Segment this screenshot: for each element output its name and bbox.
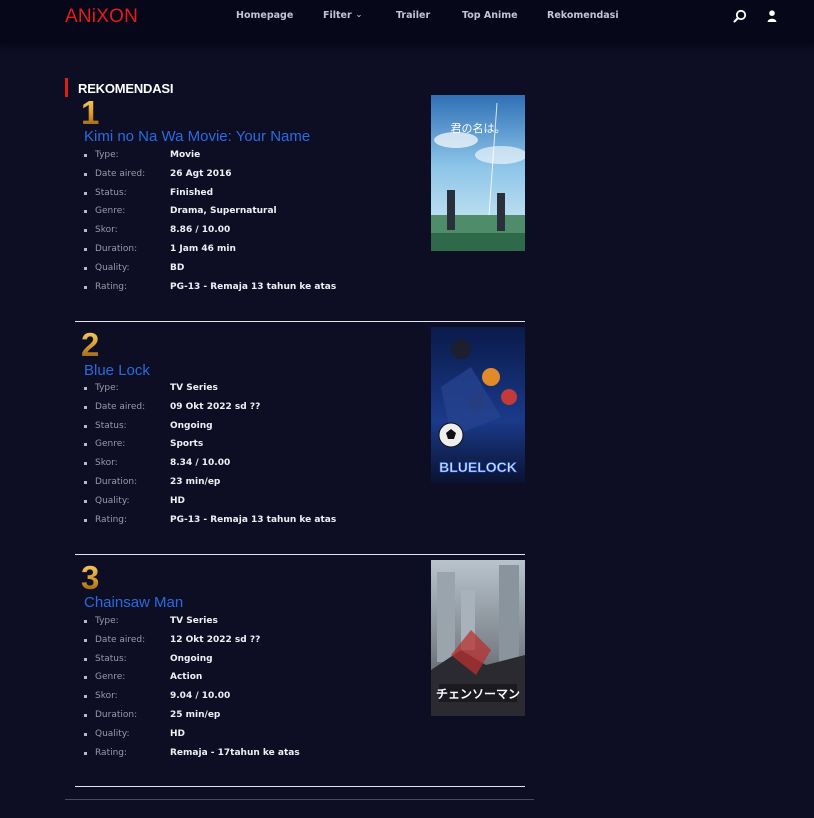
info-key: Date aired: [95,401,146,412]
info-key: Genre: [95,206,126,217]
info-value: Ongoing [170,420,213,431]
item-divider [75,321,525,322]
recommendation-item: 3 Chainsaw Man Type: TV Series Date aired… [75,560,525,787]
info-key: Date aired: [95,168,146,179]
info-key: Rating: [95,514,128,525]
top-navbar: ANiXON Homepage Filter ⌄ Trailer Top Anim… [0,0,814,43]
info-value: 23 min/ep [170,476,221,487]
item-divider [75,786,525,787]
info-key: Duration: [95,243,138,254]
anime-title-link[interactable]: Blue Lock [84,362,150,379]
info-key: Status: [95,187,127,198]
poster-caption: BLUELOCK [439,459,517,475]
rank-number: 1 [81,94,100,131]
info-value: Ongoing [170,653,213,664]
recommendation-item: 2 Blue Lock Type: TV Series Date aired: 09… [75,327,525,555]
info-value: TV Series [170,383,218,393]
site-logo[interactable]: ANiXON [65,6,138,28]
info-value: Sports [170,439,204,450]
anime-poster[interactable]: 君の名は。 [431,95,525,251]
info-key: Genre: [95,439,126,450]
user-icon[interactable] [765,9,779,23]
info-value: 8.34 / 10.00 [170,458,231,469]
info-key: Rating: [95,281,128,292]
info-key: Genre: [95,672,126,683]
nav-trailer[interactable]: Trailer [396,10,430,21]
info-value: 09 Okt 2022 sd ?? [170,401,261,412]
nav-filter-label: Filter [323,10,352,21]
nav-filter[interactable]: Filter ⌄ [323,10,362,21]
rank-number: 3 [81,559,100,596]
chevron-down-icon: ⌄ [355,10,363,19]
anime-title-link[interactable]: Kimi no Na Wa Movie: Your Name [84,128,310,145]
search-icon[interactable] [733,9,747,23]
info-value: Remaja - 17tahun ke atas [170,747,300,758]
info-key: Skor: [95,225,118,236]
nav-top-anime[interactable]: Top Anime [462,10,518,21]
anime-poster[interactable]: チェンソーマン [431,560,525,716]
info-key: Status: [95,420,127,431]
recommendation-item: 1 Kimi no Na Wa Movie: Your Name Type: Mo… [75,95,525,322]
poster-caption: 君の名は。 [451,121,506,135]
poster-caption: チェンソーマン [436,687,520,701]
info-value: Finished [170,187,214,198]
nav-rekomendasi[interactable]: Rekomendasi [547,10,619,21]
info-value: 1 Jam 46 min [170,243,236,254]
rank-number: 2 [81,326,100,363]
info-value: 25 min/ep [170,709,221,720]
info-value: Action [170,672,203,683]
info-value: 9.04 / 10.00 [170,691,231,702]
info-value: PG-13 - Remaja 13 tahun ke atas [170,514,337,525]
info-key: Rating: [95,747,128,758]
info-key: Quality: [95,262,130,273]
nav-homepage[interactable]: Homepage [236,10,293,21]
info-key: Quality: [95,495,130,506]
info-value: Movie [170,150,201,160]
info-key: Skor: [95,458,118,469]
info-value: HD [170,728,186,739]
item-divider [75,554,525,555]
info-value: 26 Agt 2016 [170,168,232,179]
info-value: 12 Okt 2022 sd ?? [170,634,261,645]
section-accent-bar [65,78,68,97]
info-key: Status: [95,653,127,664]
info-key: Duration: [95,476,138,487]
anime-poster[interactable]: BLUELOCK [431,327,525,483]
info-key: Skor: [95,691,118,702]
info-key: Type: [95,616,119,626]
info-value: TV Series [170,616,218,626]
section-bottom-border [65,799,534,800]
info-value: Drama, Supernatural [170,206,277,217]
info-key: Duration: [95,709,138,720]
info-key: Type: [95,150,119,160]
info-key: Quality: [95,728,130,739]
info-value: BD [170,262,185,273]
anime-title-link[interactable]: Chainsaw Man [84,594,183,611]
info-value: PG-13 - Remaja 13 tahun ke atas [170,281,337,292]
info-value: 8.86 / 10.00 [170,225,231,236]
info-value: HD [170,495,186,506]
info-key: Date aired: [95,634,146,645]
info-key: Type: [95,383,119,393]
